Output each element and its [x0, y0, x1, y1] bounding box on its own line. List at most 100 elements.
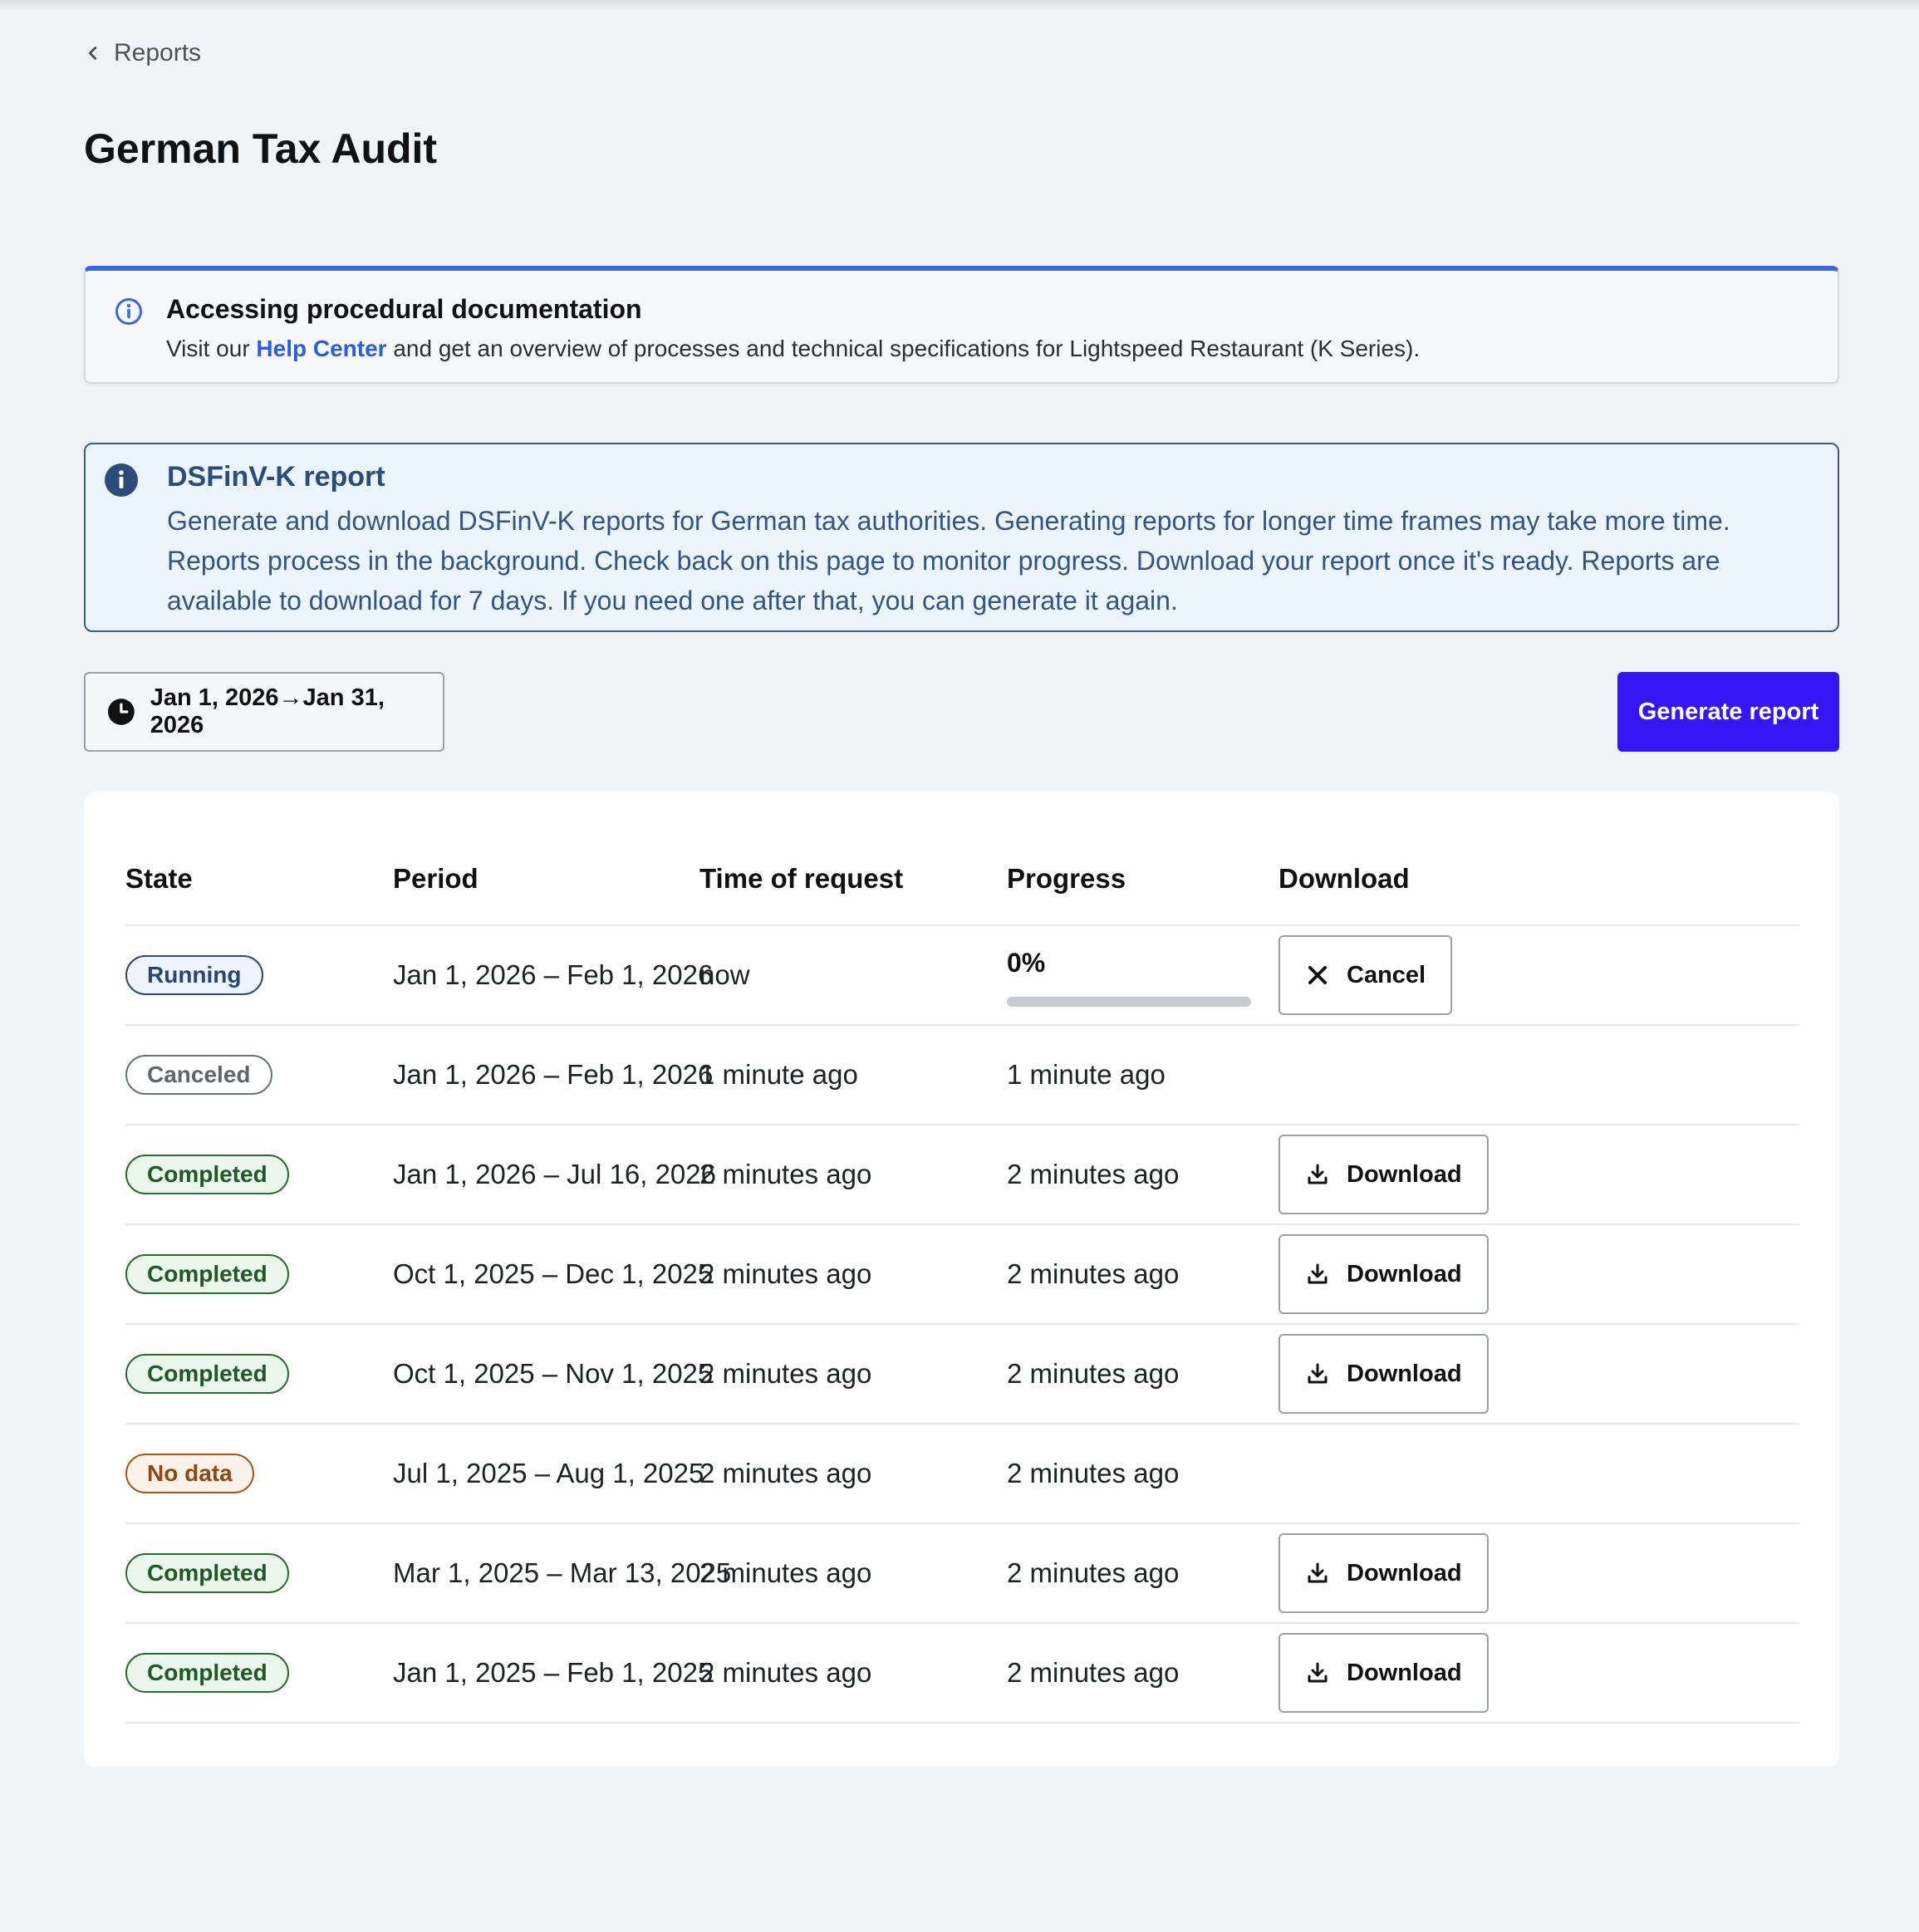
cell-state: Running — [125, 926, 263, 1024]
download-button[interactable]: Download — [1279, 1234, 1489, 1314]
cell-download: Download — [1279, 1225, 1489, 1323]
breadcrumb-label[interactable]: Reports — [114, 39, 201, 67]
download-icon — [1308, 1263, 1328, 1284]
cell-state: Completed — [125, 1225, 289, 1323]
cell-time-of-request: 2 minutes ago — [699, 1657, 872, 1688]
table-row: Completed Jan 1, 2025 – Feb 1, 2025 2 minu… — [125, 1624, 1799, 1724]
help-banner-text: Visit our Help Center and get an overvie… — [166, 336, 1420, 362]
cell-progress: 2 minutes ago — [1007, 1557, 1180, 1588]
help-center-link[interactable]: Help Center — [256, 336, 386, 361]
table-header: State Period Time of request Progress Do… — [125, 792, 1799, 926]
cell-download: Download — [1279, 1125, 1489, 1223]
reports-table: State Period Time of request Progress Do… — [84, 792, 1839, 1767]
cell-time-of-request: 2 minutes ago — [699, 1258, 872, 1289]
help-banner-text-before: Visit our — [166, 336, 257, 361]
top-shadow — [0, 0, 1919, 12]
cell-state: Completed — [125, 1624, 289, 1722]
cell-progress: 2 minutes ago — [1007, 1458, 1180, 1488]
cell-state: Completed — [125, 1524, 289, 1622]
header-progress: Progress — [1007, 863, 1126, 894]
cell-progress: 2 minutes ago — [1007, 1358, 1180, 1389]
table-row: Running Jan 1, 2026 – Feb 1, 2026 now 0% Can… — [125, 926, 1799, 1026]
cell-period: Jan 1, 2026 – Feb 1, 2026 — [393, 959, 714, 990]
cell-period: Jan 1, 2025 – Feb 1, 2025 — [393, 1657, 714, 1688]
download-icon — [1308, 1164, 1328, 1184]
status-badge: Completed — [125, 1354, 289, 1394]
header-download: Download — [1279, 863, 1410, 894]
progress-indicator: 0% — [1007, 948, 1251, 1007]
cell-period: Jan 1, 2026 – Feb 1, 2026 — [393, 1059, 714, 1090]
cell-state: Canceled — [125, 1026, 272, 1124]
cell-period: Oct 1, 2025 – Dec 1, 2025 — [393, 1258, 714, 1289]
generate-report-button[interactable]: Generate report — [1617, 672, 1839, 752]
download-icon — [1308, 1562, 1328, 1583]
cell-download: Download — [1279, 1325, 1489, 1423]
date-range-label: Jan 1, 2026→Jan 31, 2026 — [150, 684, 385, 738]
cell-progress: 2 minutes ago — [1007, 1258, 1180, 1289]
cell-time-of-request: 2 minutes ago — [699, 1458, 872, 1488]
table-row: Completed Mar 1, 2025 – Mar 13, 2025 2 min… — [125, 1524, 1799, 1624]
cell-download: Download — [1279, 1624, 1489, 1722]
cell-download: Download — [1279, 1524, 1489, 1622]
dsfinvk-info-banner: DSFinV-K report Generate and download DS… — [84, 443, 1839, 632]
cell-time-of-request: now — [699, 959, 750, 990]
status-badge: Running — [125, 955, 263, 995]
cell-state: No data — [125, 1424, 254, 1523]
table-row: Completed Oct 1, 2025 – Dec 1, 2025 2 minu… — [125, 1225, 1799, 1325]
button-label: Download — [1347, 1260, 1462, 1287]
status-badge: Completed — [125, 1653, 289, 1693]
info-icon — [105, 463, 138, 497]
date-range-picker[interactable]: Jan 1, 2026→Jan 31, 2026 — [84, 672, 444, 752]
table-row: No data Jul 1, 2025 – Aug 1, 2025 2 minute… — [125, 1424, 1799, 1524]
button-label: Download — [1347, 1559, 1462, 1586]
clock-icon — [107, 699, 135, 725]
cell-time-of-request: 2 minutes ago — [699, 1159, 872, 1189]
header-period: Period — [393, 863, 479, 894]
status-badge: Completed — [125, 1155, 289, 1194]
button-label: Download — [1347, 1160, 1462, 1188]
progress-percent: 0% — [1007, 948, 1046, 978]
cell-progress: 2 minutes ago — [1007, 1657, 1180, 1688]
status-badge: Completed — [125, 1254, 289, 1294]
help-banner-title: Accessing procedural documentation — [166, 294, 642, 324]
help-banner-text-after: and get an overview of processes and tec… — [386, 336, 1421, 361]
header-state: State — [125, 863, 193, 894]
cell-period: Oct 1, 2025 – Nov 1, 2025 — [393, 1358, 714, 1389]
chevron-left-icon — [88, 47, 97, 60]
button-label: Cancel — [1347, 961, 1426, 988]
table-row: Canceled Jan 1, 2026 – Feb 1, 2026 1 minut… — [125, 1026, 1799, 1125]
page-title: German Tax Audit — [84, 125, 438, 172]
cell-time-of-request: 2 minutes ago — [699, 1358, 872, 1389]
dsf-banner-title: DSFinV-K report — [167, 461, 385, 493]
header-time-of-request: Time of request — [699, 863, 904, 894]
cell-progress: 1 minute ago — [1007, 1059, 1166, 1090]
cell-period: Jul 1, 2025 – Aug 1, 2025 — [393, 1458, 704, 1488]
button-label: Download — [1347, 1360, 1462, 1387]
cell-download: Cancel — [1279, 926, 1453, 1024]
cell-state: Completed — [125, 1325, 289, 1423]
cell-period: Mar 1, 2025 – Mar 13, 2025 — [393, 1557, 732, 1588]
cell-progress: 2 minutes ago — [1007, 1159, 1180, 1189]
progress-bar — [1007, 997, 1251, 1007]
download-button[interactable]: Download — [1279, 1633, 1489, 1713]
cell-period: Jan 1, 2026 – Jul 16, 2026 — [393, 1159, 716, 1189]
dsf-banner-body: Generate and download DSFinV-K reports f… — [167, 506, 1730, 615]
table-row: Completed Jan 1, 2026 – Jul 16, 2026 2 min… — [125, 1125, 1799, 1225]
info-outline-icon — [115, 298, 142, 325]
download-button[interactable]: Download — [1279, 1533, 1489, 1613]
help-center-banner: Accessing procedural documentation Visit… — [84, 266, 1839, 384]
status-badge: Canceled — [125, 1055, 272, 1095]
close-icon — [1308, 966, 1327, 984]
table-row: Completed Oct 1, 2025 – Nov 1, 2025 2 minu… — [125, 1325, 1799, 1424]
breadcrumb[interactable]: Reports — [84, 37, 201, 70]
cell-state: Completed — [125, 1125, 289, 1223]
download-icon — [1308, 1662, 1328, 1683]
download-button[interactable]: Download — [1279, 1135, 1489, 1214]
cancel-button[interactable]: Cancel — [1279, 935, 1453, 1015]
download-icon — [1308, 1363, 1328, 1384]
status-badge: No data — [125, 1454, 254, 1493]
button-label: Download — [1347, 1659, 1462, 1686]
cell-time-of-request: 1 minute ago — [699, 1059, 858, 1090]
status-badge: Completed — [125, 1553, 289, 1593]
download-button[interactable]: Download — [1279, 1334, 1489, 1414]
